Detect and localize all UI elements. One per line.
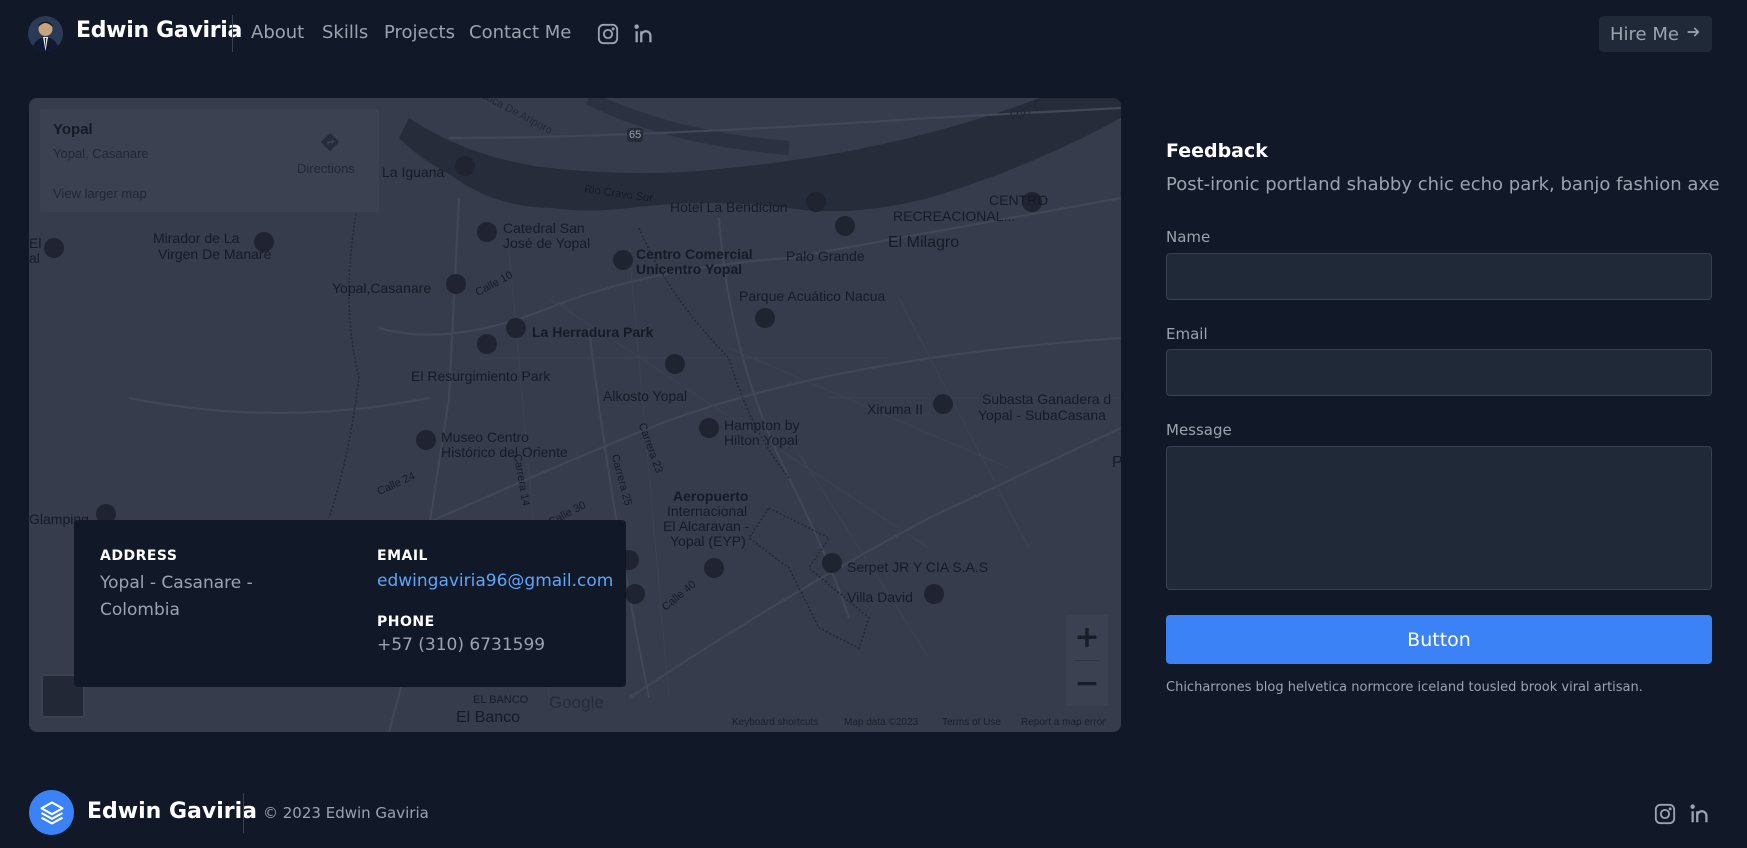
- map-label-aeropuerto-2: Internacional: [667, 503, 748, 519]
- submit-button[interactable]: Button: [1166, 615, 1712, 664]
- map-label-villa-david: Villa David: [847, 589, 913, 605]
- map-label-aeropuerto-1: Aeropuerto: [673, 488, 749, 504]
- feedback-note: Chicharrones blog helvetica normcore ice…: [1166, 680, 1643, 695]
- message-textarea[interactable]: [1166, 446, 1712, 590]
- avatar[interactable]: [28, 16, 63, 51]
- map-label-el-banco-caps: EL BANCO: [473, 694, 529, 706]
- layers-icon[interactable]: [29, 790, 74, 835]
- hire-me-label: Hire Me: [1610, 23, 1679, 45]
- contact-card: ADDRESS Yopal - Casanare - Colombia EMAI…: [74, 520, 626, 687]
- header-divider: [232, 15, 233, 52]
- site-header: Edwin Gaviria About Skills Projects Cont…: [0, 0, 1747, 68]
- linkedin-icon[interactable]: [1689, 803, 1711, 829]
- hire-me-button[interactable]: Hire Me: [1599, 16, 1712, 52]
- footer-divider: [243, 793, 244, 833]
- nav-projects[interactable]: Projects: [384, 22, 455, 43]
- map-label-unicentro-2: Unicentro Yopal: [636, 261, 743, 277]
- feedback-description: Post-ironic portland shabby chic echo pa…: [1166, 174, 1720, 195]
- address-heading: ADDRESS: [100, 548, 178, 564]
- email-label: Email: [1166, 325, 1208, 343]
- place-subtitle: Yopal, Casanare: [53, 146, 149, 161]
- map-label-museo-2: Histórico del Oriente: [441, 444, 568, 460]
- place-card: Yopal Yopal, Casanare Directions View la…: [40, 109, 379, 212]
- instagram-icon[interactable]: [597, 23, 619, 49]
- name-input[interactable]: [1166, 253, 1712, 300]
- map-label-centro-rec-2: RECREACIONAL...: [893, 208, 1016, 224]
- arrow-right-icon: [1685, 24, 1701, 45]
- map-label-aeropuerto-4: Yopal (EYP): [670, 533, 746, 549]
- map-label-centro-rec-1: CENTRO: [989, 192, 1049, 208]
- map-label-parque-acuatico: Parque Acuático Nacua: [739, 288, 886, 304]
- map-label-catedral-1: Catedral San: [503, 220, 585, 236]
- footer-brand[interactable]: Edwin Gaviria: [87, 799, 257, 824]
- map-label-catedral-2: José de Yopal: [503, 235, 591, 251]
- email-input[interactable]: [1166, 349, 1712, 396]
- map-label-museo-1: Museo Centro: [441, 429, 529, 445]
- phone-heading: PHONE: [377, 614, 435, 630]
- directions-icon[interactable]: [319, 131, 341, 157]
- map-label-mirador-1: Mirador de La: [153, 230, 240, 246]
- email-heading: EMAIL: [377, 548, 428, 564]
- map-label-el-milagro: El Milagro: [888, 234, 960, 251]
- place-title: Yopal: [53, 121, 93, 138]
- map-label-resurgimiento: El Resurgimiento Park: [411, 368, 551, 384]
- map-label-la-iguana: La Iguana: [382, 164, 445, 180]
- map-label-yopal-casanare: Yopal,Casanare: [332, 280, 432, 296]
- instagram-icon[interactable]: [1654, 803, 1676, 829]
- map-label-subasta-1: Subasta Ganadera d: [982, 391, 1112, 407]
- map-label-el-left-1: El: [29, 235, 42, 251]
- map-label-serpet: Serpet JR Y CIA S.A.S: [847, 559, 989, 575]
- map-label-el-banco: El Banco: [456, 709, 521, 726]
- phone-value: +57 (310) 6731599: [377, 635, 546, 655]
- message-label: Message: [1166, 421, 1232, 439]
- zoom-in-button[interactable]: +: [1066, 615, 1108, 660]
- nav-contact-me[interactable]: Contact Me: [469, 22, 571, 43]
- address-line-1: Yopal - Casanare -: [100, 573, 253, 593]
- view-larger-map-link[interactable]: View larger map: [53, 186, 147, 201]
- map-label-hampton-1: Hampton by: [724, 417, 800, 433]
- zoom-out-button[interactable]: −: [1066, 661, 1108, 706]
- brand-name[interactable]: Edwin Gaviria: [76, 18, 242, 43]
- feedback-title: Feedback: [1166, 140, 1268, 162]
- nav-skills[interactable]: Skills: [322, 22, 368, 43]
- email-link[interactable]: edwingaviria96@gmail.com: [377, 568, 613, 595]
- map-label-aeropuerto-3: El Alcaravan -: [663, 518, 750, 534]
- map-label-xiruma: Xiruma II: [867, 401, 924, 417]
- map-label-subasta-2: Yopal - SubaCasana: [978, 407, 1106, 423]
- map-label-mirador-2: Virgen De Manare: [158, 246, 272, 262]
- map-label-herradura: La Herradura Park: [532, 324, 654, 340]
- map-label-alkosto: Alkosto Yopal: [603, 388, 688, 404]
- google-logo: Google: [549, 693, 604, 712]
- name-label: Name: [1166, 228, 1211, 246]
- map-label-el-left-2: al: [29, 250, 40, 266]
- keyboard-shortcuts-link[interactable]: Keyboard shortcuts: [732, 717, 818, 728]
- address-line-2: Colombia: [100, 600, 180, 620]
- map-label-hampton-2: Hilton Yopal: [724, 432, 798, 448]
- nav-about[interactable]: About: [251, 22, 304, 43]
- report-map-error-link[interactable]: Report a map error: [1021, 717, 1105, 728]
- map-data-label: Map data ©2023: [844, 717, 919, 728]
- directions-link[interactable]: Directions: [297, 161, 355, 176]
- terms-of-use-link[interactable]: Terms of Use: [942, 717, 1001, 728]
- map-label-palo-grande: Palo Grande: [786, 248, 865, 264]
- map-label-p-right: P: [1112, 454, 1121, 471]
- linkedin-icon[interactable]: [633, 23, 655, 49]
- zoom-controls: + −: [1066, 615, 1108, 706]
- footer-copyright: © 2023 Edwin Gaviria: [263, 804, 429, 822]
- map-label-road-65: 65: [629, 129, 642, 141]
- map-label-unicentro-1: Centro Comercial: [636, 246, 753, 262]
- map-label-hotel: Hotel La Bendicion: [670, 199, 788, 215]
